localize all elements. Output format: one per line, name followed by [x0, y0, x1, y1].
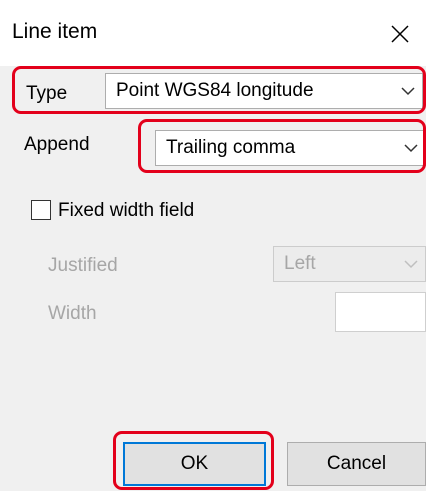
ok-button[interactable]: OK [123, 442, 266, 486]
cancel-button-label: Cancel [326, 453, 387, 474]
append-select[interactable]: Trailing comma [155, 130, 426, 166]
justified-select[interactable]: Left [273, 246, 426, 282]
width-input[interactable] [335, 292, 426, 332]
type-label: Type [26, 83, 68, 104]
close-icon [391, 25, 409, 43]
title-bar: Line item [0, 0, 426, 66]
fixed-width-checkbox[interactable] [31, 200, 51, 220]
ok-button-label: OK [180, 453, 209, 474]
fixed-width-label[interactable]: Fixed width field [58, 200, 194, 222]
cancel-button[interactable]: Cancel [287, 442, 426, 486]
append-label: Append [24, 134, 90, 155]
close-button[interactable] [380, 14, 420, 54]
window-title: Line item [12, 20, 98, 43]
chevron-down-icon [404, 260, 418, 269]
chevron-down-icon [404, 144, 418, 153]
width-label: Width [48, 303, 97, 324]
justified-label: Justified [48, 255, 118, 276]
justified-select-value: Left [284, 253, 316, 274]
type-select-value: Point WGS84 longitude [116, 80, 314, 101]
append-select-value: Trailing comma [166, 137, 296, 158]
chevron-down-icon [401, 87, 415, 96]
type-select[interactable]: Point WGS84 longitude [105, 73, 423, 109]
